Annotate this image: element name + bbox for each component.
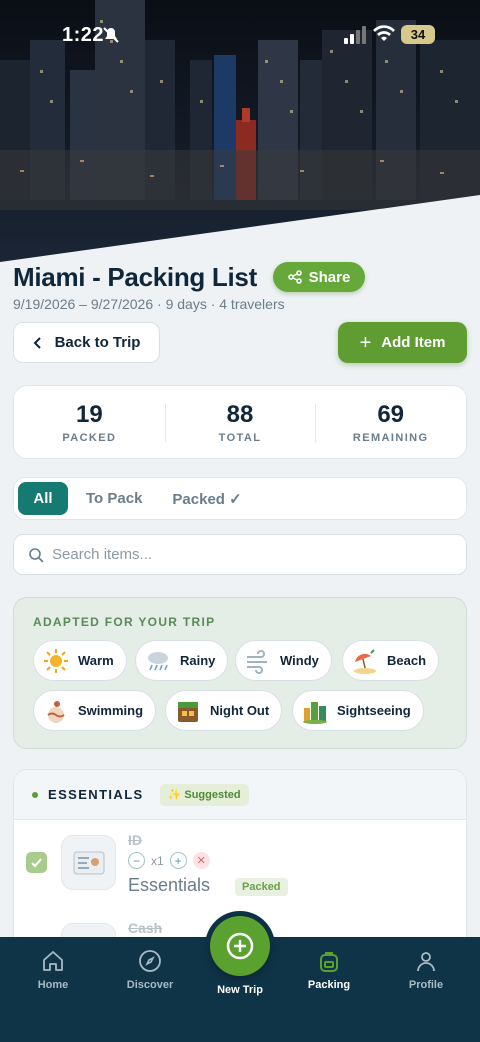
item-checkbox[interactable] (26, 852, 47, 873)
chip-label: Sightseeing (337, 703, 411, 718)
stat-value: 19 (75, 400, 103, 428)
signal-icon (344, 26, 366, 44)
chip-rainy[interactable]: Rainy (135, 640, 229, 681)
home-icon (43, 951, 63, 971)
item-quantity: x1 (151, 853, 164, 868)
page-title: Miami - Packing List (13, 262, 257, 292)
stat-total: 88 TOTAL (164, 386, 316, 458)
remove-button[interactable]: ✕ (192, 852, 210, 869)
increase-button[interactable]: + (169, 852, 187, 869)
id-card-icon (61, 835, 116, 890)
chip-label: Swimming (78, 703, 144, 718)
tab-packed[interactable]: Packed ✓ (160, 482, 253, 515)
list-item: ID − x1 + ✕ Essentials Packed (14, 820, 466, 920)
beach-icon (351, 647, 379, 675)
section-header[interactable]: ESSENTIALS ✨ Suggested (14, 770, 466, 820)
stat-label: REMAINING (352, 431, 429, 444)
nav-label: Profile (408, 979, 444, 991)
status-bar: 1:22 34 (0, 0, 480, 70)
wind-icon (244, 647, 272, 675)
item-name: ID (128, 832, 142, 848)
swimming-icon (42, 697, 70, 725)
chip-swimming[interactable]: Swimming (33, 690, 157, 731)
nav-profile[interactable]: Profile (378, 949, 474, 991)
trip-subtitle: 9/19/2026 – 9/27/2026 · 9 days · 4 trave… (13, 296, 285, 312)
adapted-title: ADAPTED FOR YOUR TRIP (33, 615, 216, 629)
battery-indicator: 34 (401, 25, 435, 44)
share-button[interactable]: Share (273, 262, 365, 292)
packed-badge: Packed (235, 878, 288, 896)
nav-label: Packing (307, 979, 351, 991)
nav-home[interactable]: Home (5, 949, 101, 991)
search-icon (29, 547, 44, 563)
chip-label: Night Out (210, 703, 270, 718)
chip-label: Windy (280, 653, 319, 668)
new-trip-button[interactable] (210, 916, 270, 976)
profile-icon (417, 952, 435, 972)
item-category: Essentials (128, 875, 211, 895)
nav-discover[interactable]: Discover (102, 949, 198, 991)
status-time: 1:22 (62, 24, 105, 46)
tab-all[interactable]: All (18, 482, 68, 515)
stat-label: PACKED (62, 431, 117, 444)
plus-icon: + (359, 331, 372, 354)
chip-sightseeing[interactable]: Sightseeing (292, 690, 424, 731)
quantity-stepper: − x1 + ✕ (128, 852, 210, 869)
new-trip-label: New Trip (217, 984, 263, 996)
bell-muted-icon (103, 27, 119, 43)
chip-label: Beach (387, 653, 427, 668)
wifi-icon (373, 25, 395, 41)
add-label: Add Item (381, 334, 446, 351)
plus-circle-icon (226, 932, 254, 960)
suggested-badge: ✨ Suggested (159, 783, 249, 806)
filter-tabs: All To Pack Packed ✓ (13, 477, 467, 520)
backpack-icon (320, 952, 338, 972)
nav-label: Home (37, 979, 69, 991)
stat-value: 69 (377, 400, 405, 428)
search-input[interactable] (52, 546, 432, 563)
chip-label: Warm (78, 653, 114, 668)
back-to-trip-button[interactable]: Back to Trip (13, 322, 160, 363)
check-icon (31, 858, 42, 868)
add-item-button[interactable]: + Add Item (338, 322, 467, 363)
tab-to-pack[interactable]: To Pack (74, 482, 154, 515)
nav-packing[interactable]: Packing (281, 949, 377, 991)
back-label: Back to Trip (54, 334, 141, 351)
search-bar (13, 534, 467, 575)
stat-label: TOTAL (218, 431, 262, 444)
night-out-icon (174, 697, 202, 725)
section-title: ESSENTIALS (48, 787, 144, 802)
packing-stats: 19 PACKED 88 TOTAL 69 REMAINING (13, 385, 467, 459)
sun-icon (42, 647, 70, 675)
chip-beach[interactable]: Beach (342, 640, 440, 681)
chip-night-out[interactable]: Night Out (165, 690, 283, 731)
share-label: Share (308, 268, 351, 286)
stat-value: 88 (226, 400, 254, 428)
nav-label: Discover (126, 979, 174, 991)
rain-cloud-icon (144, 647, 172, 675)
chip-warm[interactable]: Warm (33, 640, 127, 681)
sightseeing-icon (301, 697, 329, 725)
section-dot (32, 791, 38, 798)
stat-remaining: 69 REMAINING (315, 386, 466, 458)
stat-packed: 19 PACKED (14, 386, 165, 458)
share-icon (287, 270, 302, 284)
chip-windy[interactable]: Windy (235, 640, 332, 681)
chip-label: Rainy (180, 653, 216, 668)
compass-icon (139, 950, 161, 972)
item-name: Cash (128, 920, 163, 936)
chevron-left-icon (33, 336, 41, 349)
adapted-for-trip-panel: ADAPTED FOR YOUR TRIP Warm Rainy Windy B… (13, 597, 467, 749)
decrease-button[interactable]: − (128, 852, 145, 869)
